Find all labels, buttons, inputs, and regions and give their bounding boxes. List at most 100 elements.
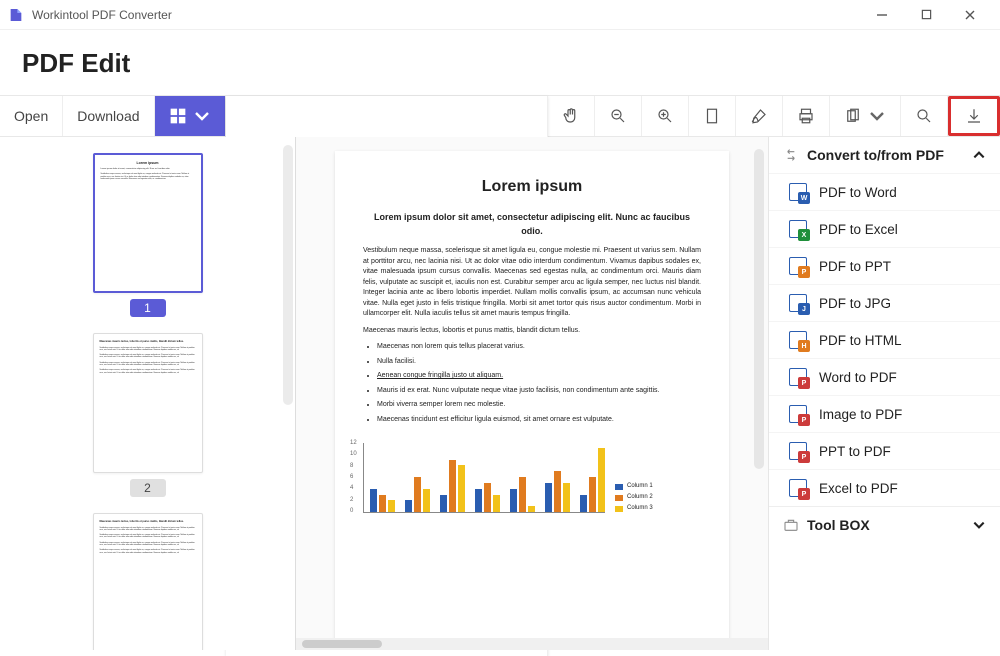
file-type-icon: P <box>789 479 807 497</box>
doc-bullet-item: Morbi viverra semper lorem nec molestie. <box>377 400 701 411</box>
file-type-icon: P <box>789 368 807 386</box>
thumbnail-page[interactable]: Maecenas mauris lectus, lobortis et puru… <box>93 333 203 497</box>
doc-paragraph: Vestibulum neque massa, scelerisque sit … <box>363 246 701 320</box>
doc-bullet-item: Maecenas tincidunt est efficitur ligula … <box>377 415 701 426</box>
thumbnail-page[interactable]: Maecenas mauris lectus, lobortis et puru… <box>93 513 203 650</box>
thumbnail-label: 1 <box>130 299 166 317</box>
chevron-down-icon <box>868 107 886 125</box>
thumbnails-view-button[interactable] <box>155 96 226 136</box>
toolbox-section-header[interactable]: Tool BOX <box>769 506 1000 543</box>
file-type-icon: P <box>789 442 807 460</box>
save-download-button[interactable] <box>948 96 1000 136</box>
chart-bar <box>484 483 491 512</box>
doc-paragraph: Maecenas mauris lectus, lobortis et puru… <box>363 326 701 337</box>
convert-option[interactable]: P Excel to PDF <box>769 469 1000 506</box>
convert-option[interactable]: H PDF to HTML <box>769 321 1000 358</box>
chart-bar <box>440 495 447 513</box>
chart-bar <box>475 489 482 512</box>
thumbnail-page[interactable]: Lorem ipsumLorem ipsum dolor sit amet, c… <box>93 153 203 317</box>
doc-bullet-item: Nulla facilisi. <box>377 357 701 368</box>
zoom-out-button[interactable] <box>595 96 642 136</box>
toolbox-icon <box>783 517 799 533</box>
rotate-button[interactable] <box>830 96 901 136</box>
app-logo-icon <box>8 7 24 23</box>
page-content: Lorem ipsum Lorem ipsum dolor sit amet, … <box>335 151 729 638</box>
viewer-horizontal-scrollbar[interactable] <box>296 638 768 650</box>
sign-button[interactable] <box>736 96 783 136</box>
toolbar: Open Download 1 / 5 <box>0 95 1000 137</box>
convert-option-label: PDF to Word <box>819 185 897 200</box>
convert-option-label: PDF to PPT <box>819 259 891 274</box>
fit-page-button[interactable] <box>689 96 736 136</box>
file-type-icon: H <box>789 331 807 349</box>
doc-title: Lorem ipsum <box>363 175 701 199</box>
chevron-down-icon <box>972 518 986 532</box>
thumbnails-scrollbar[interactable] <box>283 145 293 405</box>
page-title: PDF Edit <box>22 48 978 79</box>
chart-bar <box>580 495 587 513</box>
convert-option[interactable]: PPPT to PDF <box>769 432 1000 469</box>
chevron-down-icon <box>193 107 211 125</box>
page-header: PDF Edit <box>0 30 1000 95</box>
chart-bar <box>458 465 465 512</box>
chart-bar <box>414 477 421 512</box>
zoom-in-button[interactable] <box>642 96 689 136</box>
document-viewer: Lorem ipsum Lorem ipsum dolor sit amet, … <box>296 137 768 650</box>
chart-legend: Column 1Column 2Column 3 <box>615 482 653 513</box>
chart-bar <box>423 489 430 512</box>
pan-hand-button[interactable] <box>548 96 595 136</box>
convert-option-label: PDF to Excel <box>819 222 898 237</box>
window-minimize-button[interactable] <box>860 1 904 29</box>
chart-bar <box>493 495 500 513</box>
chart-bar <box>510 489 517 512</box>
legend-item: Column 1 <box>615 482 653 491</box>
chart-bar <box>370 489 377 512</box>
viewer-vertical-scrollbar[interactable] <box>754 149 764 469</box>
chart-bar <box>519 477 526 512</box>
chart-bar <box>554 471 561 512</box>
convert-section-title: Convert to/from PDF <box>807 147 944 163</box>
chart-bar <box>449 460 456 513</box>
file-type-icon: X <box>789 220 807 238</box>
file-type-icon: P <box>789 257 807 275</box>
window-close-button[interactable] <box>948 1 992 29</box>
titlebar: Workintool PDF Converter <box>0 0 1000 30</box>
chart-bar <box>589 477 596 512</box>
doc-bullets: Maecenas non lorem quis tellus placerat … <box>377 342 701 425</box>
convert-option-label: PDF to HTML <box>819 333 902 348</box>
chart-bar <box>528 506 535 512</box>
convert-option[interactable]: P PDF to PPT <box>769 247 1000 284</box>
doc-lead: Lorem ipsum dolor sit amet, consectetur … <box>363 211 701 238</box>
search-button[interactable] <box>901 96 948 136</box>
download-button[interactable]: Download <box>63 96 154 136</box>
convert-option[interactable]: P Image to PDF <box>769 395 1000 432</box>
thumbnails-panel: Lorem ipsumLorem ipsum dolor sit amet, c… <box>0 137 296 650</box>
convert-option[interactable]: W PDF to Word <box>769 173 1000 210</box>
convert-option-label: Word to PDF <box>819 370 897 385</box>
chart-bar <box>563 483 570 512</box>
chart-bar <box>379 495 386 513</box>
file-type-icon: P <box>789 405 807 423</box>
open-button[interactable]: Open <box>0 96 63 136</box>
doc-bullet-item: Maecenas non lorem quis tellus placerat … <box>377 342 701 353</box>
window-maximize-button[interactable] <box>904 1 948 29</box>
file-type-icon: W <box>789 183 807 201</box>
convert-icon <box>783 147 799 163</box>
toolbox-section-title: Tool BOX <box>807 517 870 533</box>
convert-section-header[interactable]: Convert to/from PDF <box>769 137 1000 173</box>
convert-option-label: PDF to JPG <box>819 296 891 311</box>
doc-bullet-item: Mauris id ex erat. Nunc vulputate neque … <box>377 386 701 397</box>
chart-bar <box>545 483 552 512</box>
chart-bar <box>405 500 412 512</box>
convert-option-label: Excel to PDF <box>819 481 898 496</box>
app-title: Workintool PDF Converter <box>32 8 172 22</box>
print-button[interactable] <box>783 96 830 136</box>
convert-option-label: Image to PDF <box>819 407 902 422</box>
convert-option[interactable]: X PDF to Excel <box>769 210 1000 247</box>
workspace: Lorem ipsum Lorem ipsum dolor sit amet, c… <box>0 137 1000 650</box>
convert-option[interactable]: P Word to PDF <box>769 358 1000 395</box>
convert-option[interactable]: JPDF to JPG <box>769 284 1000 321</box>
legend-item: Column 2 <box>615 493 653 502</box>
chart-bar <box>598 448 605 512</box>
doc-bullet-item: Aenean congue fringilla justo ut aliquam… <box>377 371 701 382</box>
